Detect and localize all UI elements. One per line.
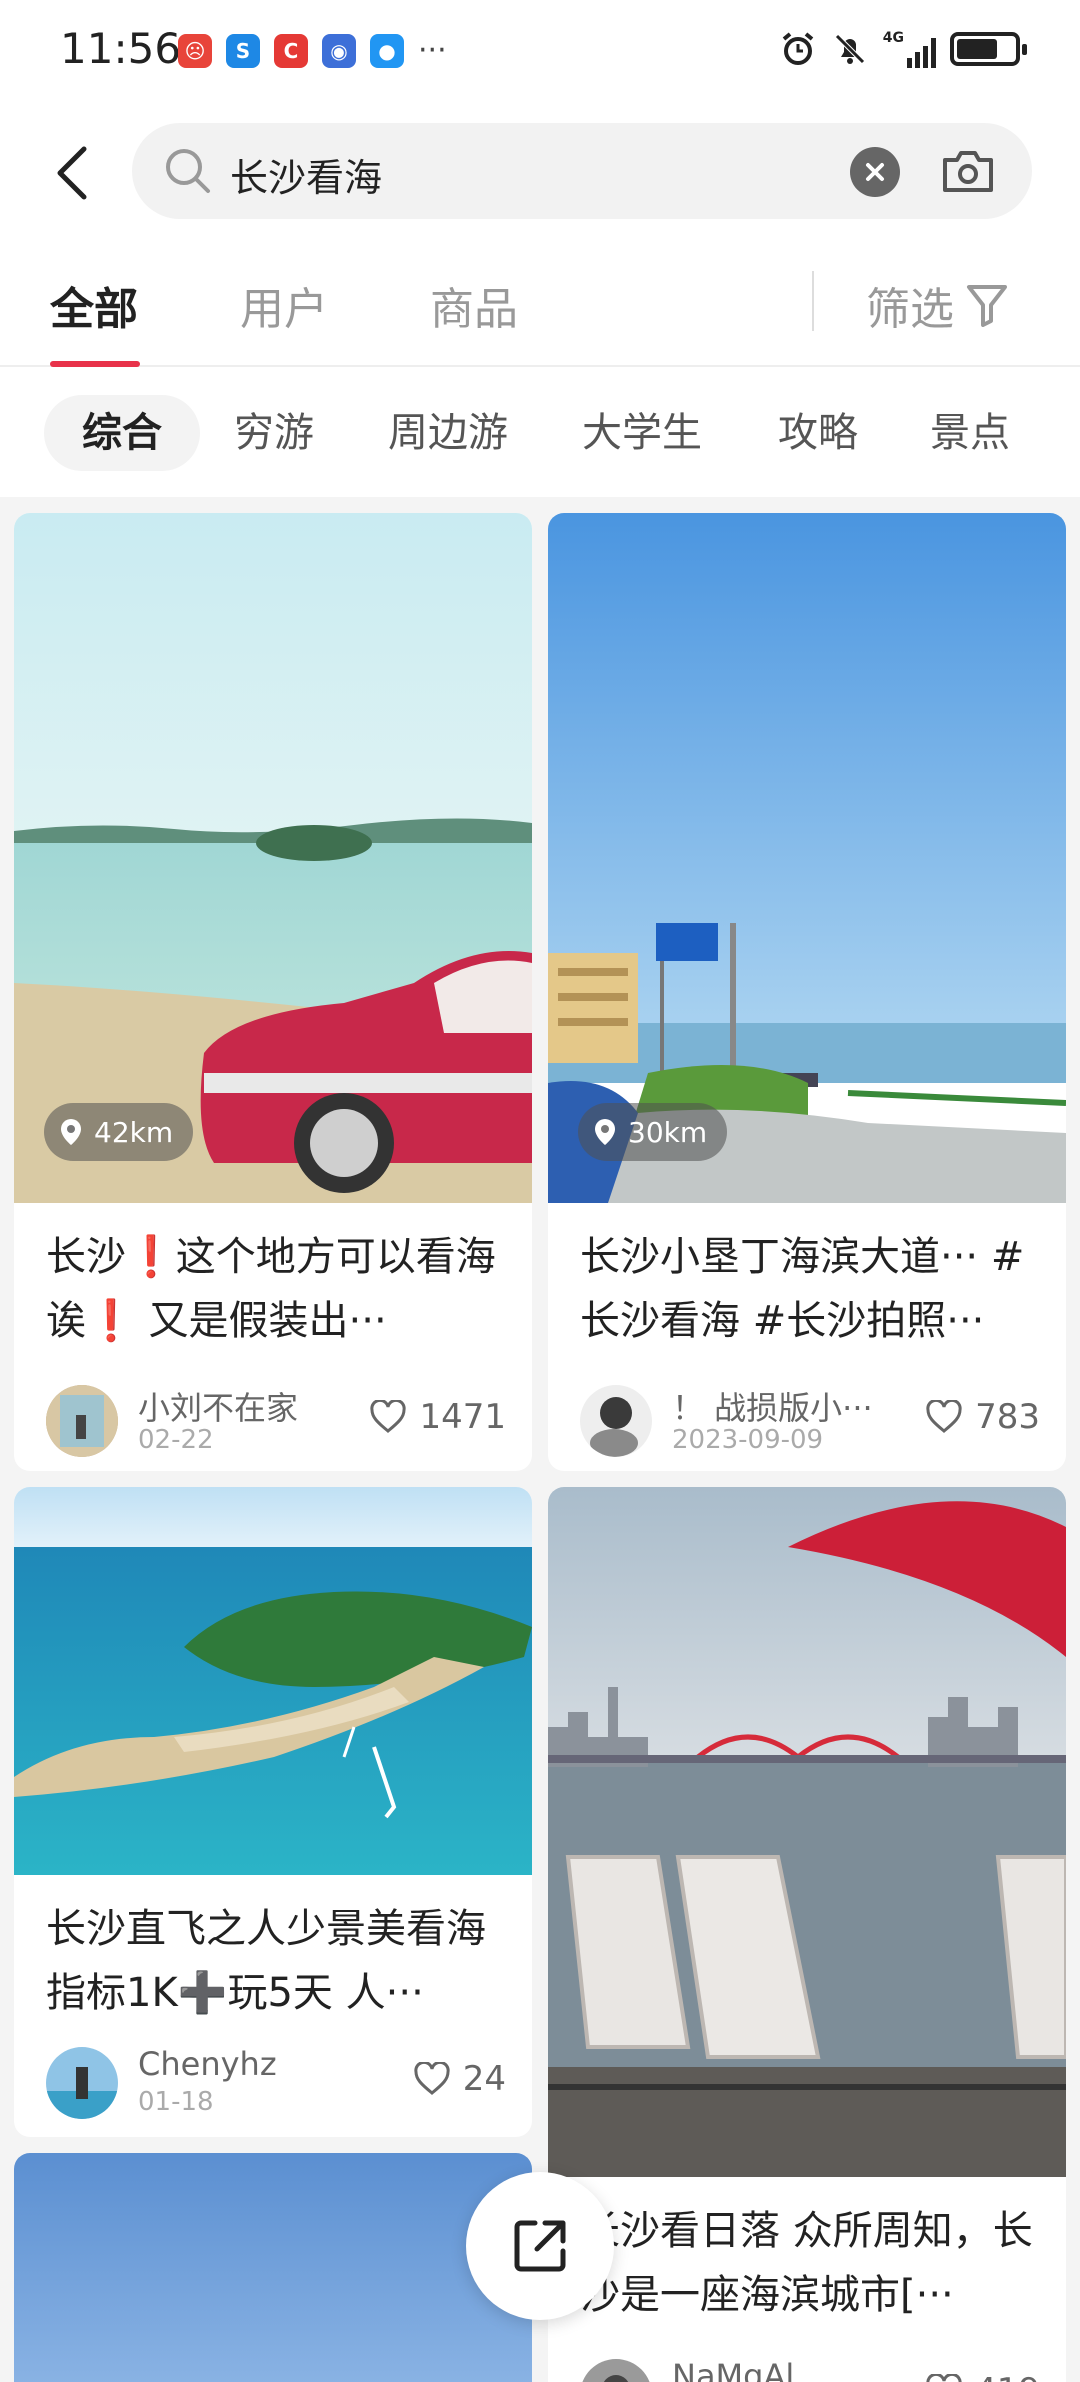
status-time: 11:56	[60, 24, 182, 73]
tab-products[interactable]: 商品	[430, 273, 518, 337]
tab-users[interactable]: 用户	[240, 273, 328, 337]
feed: 42km 长沙❗这个地方可以看海诶❗ 又是假装出··· 小刘不在家 02-22 …	[0, 497, 1080, 2382]
note-card[interactable]: 长沙看日落 众所周知，长沙是一座海滨城市[··· NaMgAl 419	[548, 1487, 1066, 2382]
avatar-image	[46, 1385, 118, 1457]
avatar[interactable]	[46, 2047, 118, 2119]
top-tabs: 全部 用户 商品 筛选	[0, 245, 1080, 367]
card-image	[14, 2153, 532, 2382]
heart-icon	[926, 2374, 962, 2382]
chip-attractions[interactable]: 景点	[930, 395, 1010, 471]
location-pin-icon	[595, 1119, 615, 1145]
filter-label: 筛选	[866, 284, 954, 335]
card-image	[14, 1487, 532, 1875]
like-button[interactable]: 783	[925, 1397, 1040, 1437]
like-button[interactable]: 1471	[369, 1397, 506, 1437]
distance-text: 42km	[94, 1115, 174, 1149]
note-card[interactable]: 42km 长沙❗这个地方可以看海诶❗ 又是假装出··· 小刘不在家 02-22 …	[14, 513, 532, 1471]
mute-bell-icon	[834, 34, 865, 64]
distance-text: 30km	[628, 1115, 708, 1149]
chip-guides[interactable]: 攻略	[778, 395, 858, 471]
author-name[interactable]: NaMgAl	[672, 2357, 932, 2382]
avatar[interactable]	[580, 2359, 652, 2382]
post-date: 02-22	[138, 1425, 214, 1455]
like-count: 1471	[419, 1397, 506, 1437]
notification-icons: ☹ S C ◉ ● ···	[178, 34, 447, 68]
chip-nearby-travel[interactable]: 周边游	[388, 395, 508, 471]
like-count: 24	[462, 2059, 506, 2099]
avatar[interactable]	[46, 1385, 118, 1457]
heart-icon	[414, 2062, 450, 2095]
search-input[interactable]: 长沙看海	[230, 147, 382, 202]
search-box[interactable]: 长沙看海	[132, 123, 1032, 219]
back-button[interactable]	[40, 133, 104, 213]
distance-badge: 42km	[44, 1103, 194, 1161]
more-notifications-icon: ···	[418, 33, 447, 68]
avatar[interactable]	[580, 1385, 652, 1457]
location-pin-icon	[61, 1119, 81, 1145]
tab-divider	[812, 271, 814, 331]
clear-search-button[interactable]	[850, 147, 900, 197]
app-blue-icon: S	[226, 34, 260, 68]
camera-search-button[interactable]	[940, 143, 996, 199]
card-image	[14, 513, 532, 1203]
post-date: 01-18	[138, 2087, 214, 2117]
card-meta: 小刘不在家 02-22 1471	[46, 1385, 506, 1465]
card-meta: Chenyhz 01-18 24	[46, 2045, 506, 2127]
filter-button[interactable]: 筛选	[866, 273, 1008, 337]
heart-icon	[926, 1400, 962, 1433]
distance-badge: 30km	[578, 1103, 728, 1161]
sub-tabs: 综合 穷游 周边游 大学生 攻略 景点	[0, 367, 1080, 497]
note-card[interactable]	[14, 2153, 532, 2382]
card-image	[548, 1487, 1066, 2177]
card-title: 长沙看日落 众所周知，长沙是一座海滨城市[···	[580, 2208, 1033, 2318]
note-card[interactable]: 长沙直飞之人少景美看海指标1K➕玩5天 人··· Chenyhz 01-18 2…	[14, 1487, 532, 2137]
avatar-image	[46, 2047, 118, 2119]
avatar-image	[580, 1385, 652, 1457]
note-card[interactable]: 30km 长沙小垦丁海滨大道··· #长沙看海 #长沙拍照··· ！ 战损版小·…	[548, 513, 1066, 1471]
search-icon	[166, 149, 210, 193]
card-meta: NaMgAl 419	[580, 2357, 1040, 2382]
like-count: 419	[975, 2371, 1040, 2382]
card-meta: ！ 战损版小··· 2023-09-09 783	[580, 1385, 1040, 1465]
like-button[interactable]: 24	[413, 2059, 506, 2099]
system-icons: 4G	[779, 30, 1027, 68]
app-shield-icon: ◉	[322, 34, 356, 68]
alarm-icon	[782, 32, 814, 65]
card-title: 长沙直飞之人少景美看海指标1K➕玩5天 人···	[46, 1906, 486, 2016]
share-button[interactable]	[466, 2172, 614, 2320]
tab-all[interactable]: 全部	[50, 273, 138, 337]
like-button[interactable]: 419	[925, 2371, 1040, 2382]
camera-icon	[943, 151, 993, 192]
app-c-icon: C	[274, 34, 308, 68]
post-date: 2023-09-09	[672, 1425, 824, 1455]
app-red-icon: ☹	[178, 34, 212, 68]
like-count: 783	[975, 1397, 1040, 1437]
chip-college-students[interactable]: 大学生	[582, 395, 702, 471]
share-icon	[514, 2220, 566, 2272]
chip-budget-travel[interactable]: 穷游	[234, 395, 314, 471]
card-image	[548, 513, 1066, 1203]
battery-icon	[950, 32, 1027, 66]
back-arrow-icon	[57, 146, 87, 200]
signal-icon: 4G	[883, 30, 936, 68]
heart-icon	[370, 1400, 407, 1433]
card-title: 长沙小垦丁海滨大道··· #长沙看海 #长沙拍照···	[580, 1234, 1025, 1344]
filter-icon	[967, 285, 1007, 327]
search-header: 长沙看海	[0, 105, 1080, 245]
close-icon	[866, 163, 884, 181]
chip-comprehensive[interactable]: 综合	[44, 395, 200, 471]
card-title: 长沙❗这个地方可以看海诶❗ 又是假装出···	[46, 1234, 496, 1344]
author-name[interactable]: 小刘不在家	[138, 1383, 398, 1429]
status-bar: 11:56 ☹ S C ◉ ● ··· 4G	[0, 0, 1080, 105]
author-name[interactable]: Chenyhz	[138, 2045, 398, 2083]
app-chat-icon: ●	[370, 34, 404, 68]
author-name[interactable]: ！ 战损版小···	[672, 1383, 912, 1429]
avatar-image	[580, 2359, 652, 2382]
